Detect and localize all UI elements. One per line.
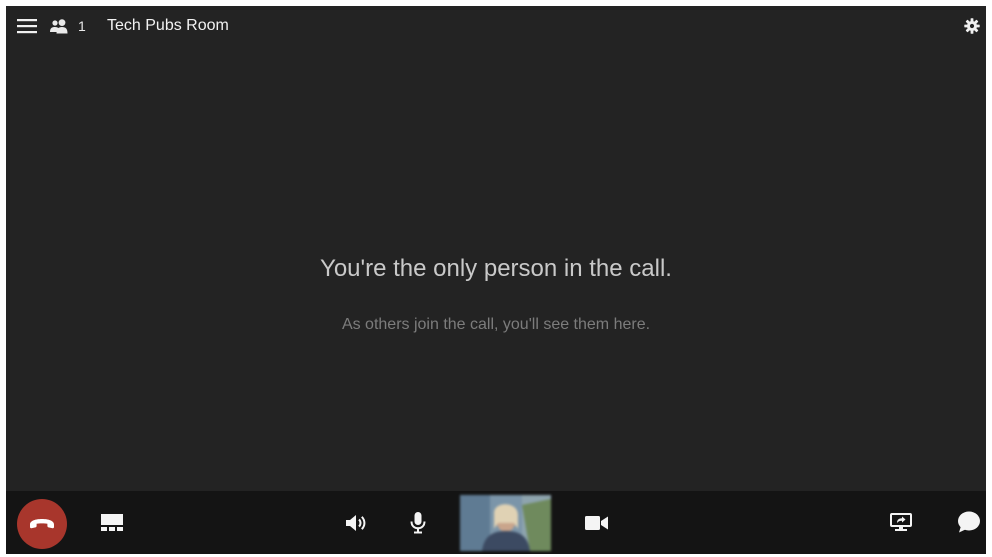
screen-share-icon: [890, 513, 912, 531]
microphone-button[interactable]: [406, 510, 430, 536]
empty-call-headline: You're the only person in the call.: [320, 255, 672, 282]
camera-button[interactable]: [584, 511, 610, 535]
speaker-icon: [346, 515, 366, 531]
phone-hangup-icon: [30, 519, 54, 529]
screen-share-button[interactable]: [888, 510, 914, 534]
settings-button[interactable]: [964, 18, 980, 34]
self-view-thumbnail: [460, 495, 551, 551]
layout-icon: [101, 514, 123, 531]
empty-call-subline: As others join the call, you'll see them…: [341, 316, 651, 333]
participants-button[interactable]: 1: [49, 17, 86, 35]
microphone-icon: [410, 512, 426, 534]
chat-button[interactable]: [956, 509, 982, 535]
self-view-video[interactable]: [460, 495, 551, 551]
people-icon: [50, 18, 68, 33]
layout-button[interactable]: [98, 511, 126, 535]
gear-icon: [964, 18, 980, 34]
top-bar: 1 Tech Pubs Room: [6, 6, 986, 46]
call-toolbar: [6, 491, 986, 554]
call-window: 1 Tech Pubs Room You're the only person …: [6, 6, 986, 554]
video-camera-icon: [585, 516, 608, 530]
menu-button[interactable]: [17, 18, 37, 34]
room-title: Tech Pubs Room: [107, 17, 229, 34]
chat-bubble-icon: [958, 511, 980, 533]
participant-count: 1: [78, 18, 86, 34]
hamburger-menu-icon: [17, 19, 37, 34]
hang-up-button[interactable]: [17, 499, 67, 549]
video-stage: You're the only person in the call. As o…: [6, 46, 986, 491]
speaker-button[interactable]: [343, 510, 369, 536]
